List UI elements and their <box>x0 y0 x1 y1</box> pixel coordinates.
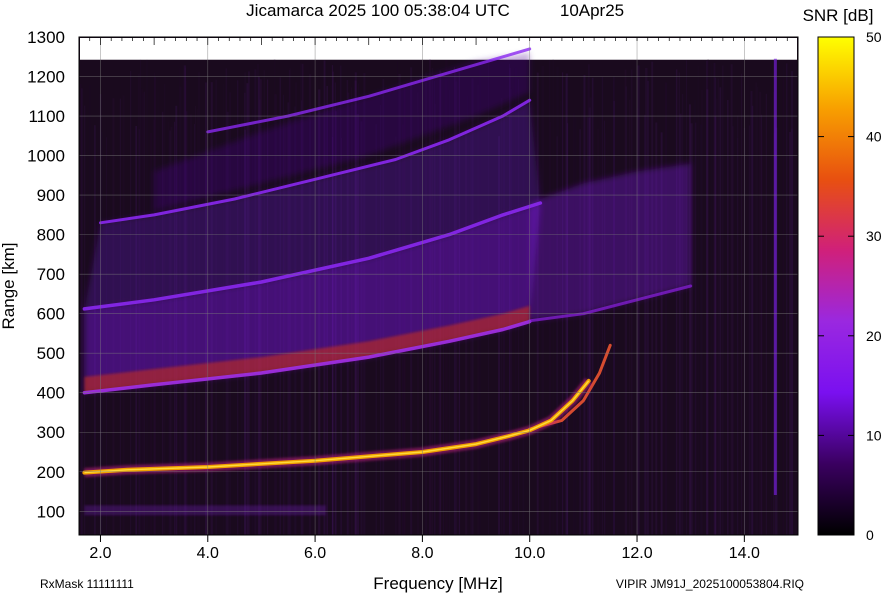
noise-streak <box>748 125 750 535</box>
colorbar-tick-label: 20 <box>866 328 882 344</box>
low-echo-band <box>84 505 326 516</box>
noise-streak <box>789 131 792 535</box>
rxmask-label: RxMask 11111111 <box>40 577 134 591</box>
y-tick-label: 1000 <box>27 147 65 166</box>
noise-streak <box>755 82 757 535</box>
noise-streak <box>721 65 724 535</box>
noise-streak <box>717 78 719 535</box>
x-tick-label: 2.0 <box>89 545 111 562</box>
chart-date: 10Apr25 <box>560 1 624 20</box>
no-data-band <box>80 38 797 60</box>
noise-streak <box>575 117 577 535</box>
colorbar: SNR [dB] 0 10 20 30 40 50 <box>803 6 882 543</box>
noise-streak <box>666 82 667 535</box>
plot-area <box>78 36 799 536</box>
y-tick-label: 200 <box>37 463 65 482</box>
x-tick-label: 8.0 <box>411 545 433 562</box>
noise-streak <box>782 66 784 535</box>
colorbar-label: SNR [dB] <box>803 6 874 25</box>
noise-streak <box>628 99 631 535</box>
noise-streak <box>751 105 754 535</box>
y-tick-label: 900 <box>37 186 65 205</box>
noise-streak <box>589 97 592 535</box>
y-tick-label: 800 <box>37 226 65 245</box>
file-label: VIPIR JM91J_2025100053804.RIQ <box>616 577 804 591</box>
y-tick-label: 1200 <box>27 68 65 87</box>
colorbar-tick-label: 10 <box>866 427 882 443</box>
ionogram-chart: Jicamarca 2025 100 05:38:04 UTC 10Apr25 … <box>0 1 882 593</box>
colorbar-tick-label: 40 <box>866 129 882 145</box>
x-tick-label: 12.0 <box>621 545 652 562</box>
x-tick-label: 4.0 <box>197 545 219 562</box>
x-tick-label: 10.0 <box>514 545 545 562</box>
noise-streak <box>586 117 589 535</box>
y-tick-label: 600 <box>37 305 65 324</box>
noise-streak <box>701 89 703 535</box>
y-tick-label: 700 <box>37 265 65 284</box>
interference-line <box>773 58 777 495</box>
colorbar-tick-label: 50 <box>866 29 882 45</box>
y-tick-label: 500 <box>37 344 65 363</box>
noise-streak <box>675 69 678 535</box>
y-axis: 100 200 300 400 500 600 700 800 900 1000 1100 1200 1… <box>27 28 65 521</box>
noise-streak <box>730 64 733 535</box>
noise-streak <box>714 116 717 535</box>
noise-streak <box>771 97 772 535</box>
noise-streak <box>719 87 722 535</box>
colorbar-gradient <box>817 36 855 536</box>
y-tick-label: 300 <box>37 423 65 442</box>
y-tick-label: 400 <box>37 384 65 403</box>
noise-streak <box>645 67 648 535</box>
noise-streak <box>567 123 569 535</box>
noise-streak <box>786 63 788 535</box>
noise-streak <box>757 86 758 535</box>
y-tick-label: 1300 <box>27 28 65 47</box>
noise-streak <box>697 65 700 535</box>
y-axis-label: Range [km] <box>0 243 18 330</box>
noise-streak <box>706 60 708 535</box>
noise-streak <box>678 72 680 535</box>
noise-streak <box>759 91 762 535</box>
noise-streak <box>685 60 688 535</box>
y-tick-label: 1100 <box>28 107 65 126</box>
noise-streak <box>765 93 767 535</box>
noise-streak <box>694 99 696 535</box>
noise-streak <box>690 123 693 535</box>
chart-title: Jicamarca 2025 100 05:38:04 UTC <box>246 1 510 20</box>
noise-streak <box>740 73 742 535</box>
noise-streak <box>737 115 739 535</box>
x-tick-label: 14.0 <box>729 545 760 562</box>
colorbar-tick-label: 30 <box>866 228 882 244</box>
colorbar-tick-label: 0 <box>866 527 874 543</box>
noise-streak <box>651 61 654 535</box>
y-tick-label: 100 <box>37 502 65 521</box>
noise-streak <box>726 99 729 535</box>
noise-streak <box>681 93 684 535</box>
noise-streak <box>710 64 713 535</box>
noise-streak <box>625 86 627 535</box>
noise-streak <box>549 121 551 535</box>
x-tick-label: 6.0 <box>304 545 326 562</box>
x-axis-label: Frequency [MHz] <box>373 574 502 593</box>
